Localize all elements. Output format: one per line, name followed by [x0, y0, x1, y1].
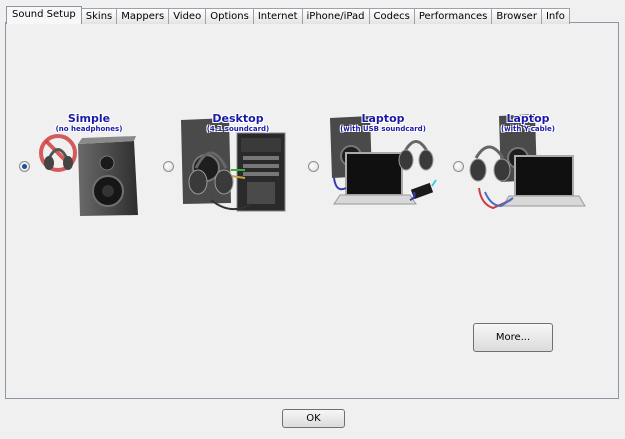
tab-mappers[interactable]: Mappers [116, 8, 170, 24]
more-button[interactable]: More... [473, 323, 553, 352]
sound-setup-panel: Simple (no headphones) Desktop (4.1 soun… [5, 22, 619, 399]
tab-codecs[interactable]: Codecs [368, 8, 415, 24]
tab-options[interactable]: Options [205, 8, 254, 24]
option-laptop-usb[interactable]: Laptop (with USB soundcard) [306, 108, 451, 218]
tab-internet[interactable]: Internet [252, 8, 303, 24]
tab-video[interactable]: Video [168, 8, 207, 24]
tab-info[interactable]: Info [540, 8, 570, 24]
option-laptop-y-cable-subtitle: (with Y-cable) [500, 125, 555, 133]
sound-setup-window: Sound Setup Skins Mappers Video Options … [0, 0, 625, 439]
ok-button[interactable]: OK [282, 409, 345, 428]
option-laptop-y-cable-title: Laptop (with Y-cable) [463, 113, 593, 134]
option-desktop-subtitle: (4.1 soundcard) [206, 125, 270, 133]
tab-performances[interactable]: Performances [413, 8, 493, 24]
tab-iphone-ipad[interactable]: iPhone/iPad [301, 8, 370, 24]
tab-strip: Sound Setup Skins Mappers Video Options … [6, 6, 570, 24]
option-laptop-y-cable-title-text: Laptop [506, 112, 550, 125]
option-laptop-usb-title: Laptop (with USB soundcard) [318, 113, 448, 134]
option-laptop-usb-subtitle: (with USB soundcard) [340, 125, 426, 133]
option-simple-title-text: Simple [67, 112, 111, 125]
option-desktop-title: Desktop (4.1 soundcard) [173, 113, 303, 134]
tab-sound-setup[interactable]: Sound Setup [6, 6, 82, 24]
option-simple-title: Simple (no headphones) [24, 113, 154, 134]
option-desktop[interactable]: Desktop (4.1 soundcard) [161, 108, 306, 218]
option-simple[interactable]: Simple (no headphones) [16, 108, 161, 218]
option-simple-subtitle: (no headphones) [55, 125, 123, 133]
option-desktop-title-text: Desktop [212, 112, 264, 125]
option-laptop-usb-title-text: Laptop [361, 112, 405, 125]
option-laptop-y-cable[interactable]: Laptop (with Y-cable) [451, 108, 596, 218]
tab-browser[interactable]: Browser [491, 8, 542, 24]
tab-skins[interactable]: Skins [80, 8, 118, 24]
